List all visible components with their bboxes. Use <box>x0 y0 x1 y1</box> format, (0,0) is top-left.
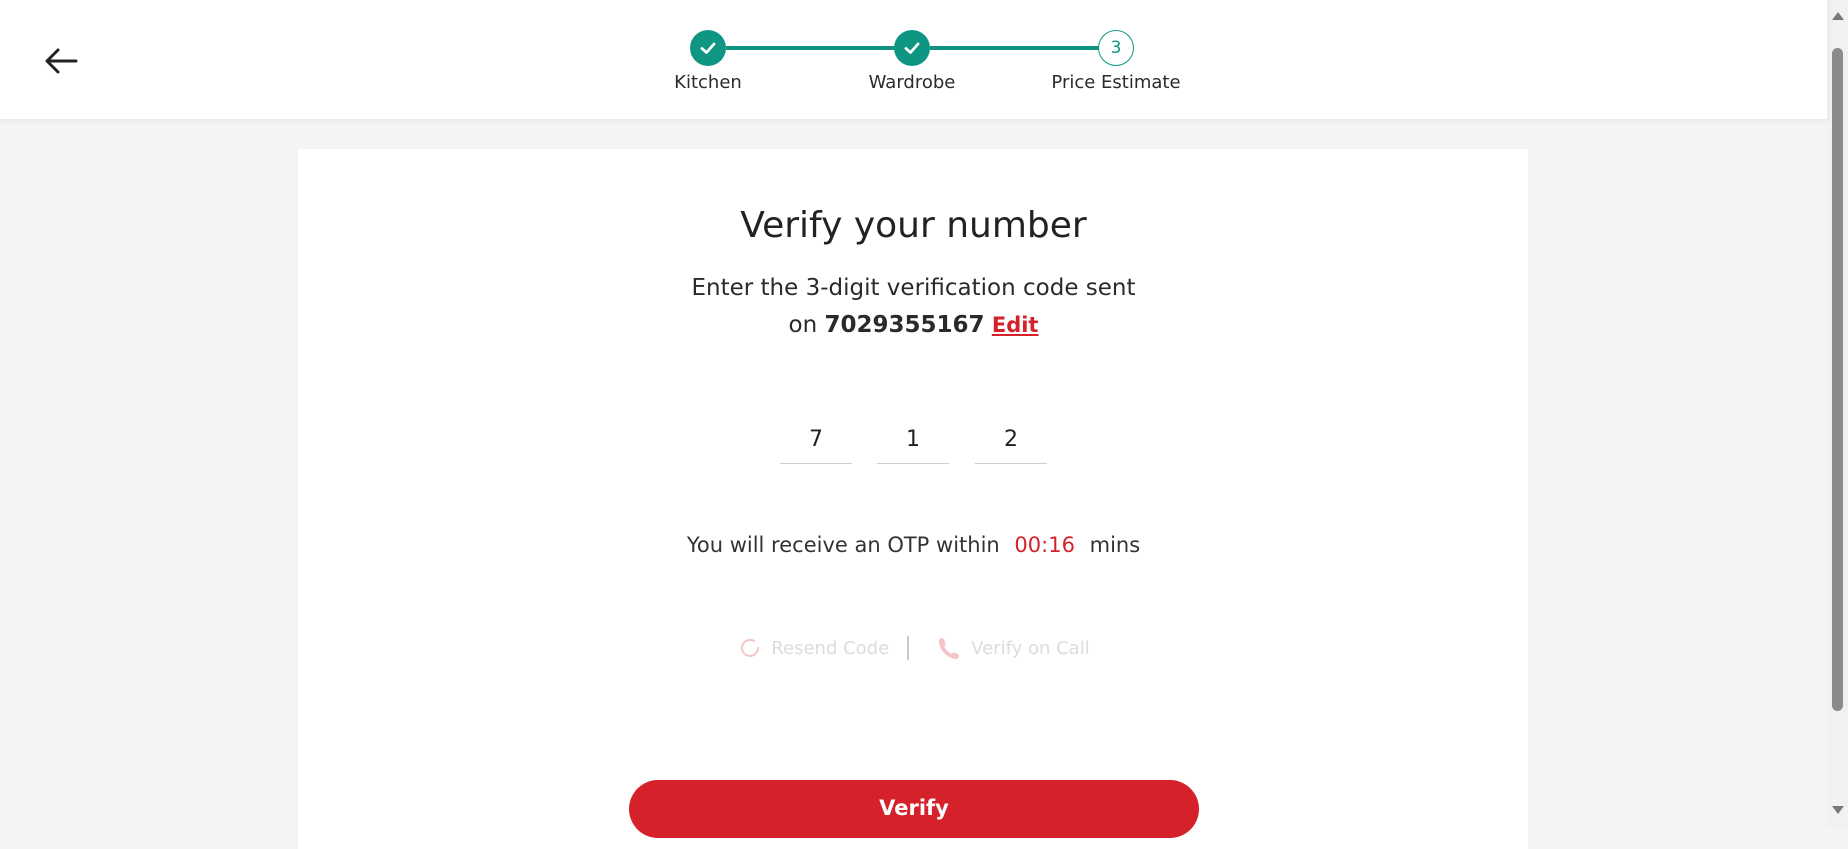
verify-instructions: Enter the 3-digit verification code sent… <box>0 270 1827 344</box>
step-connector <box>930 46 1102 50</box>
page-title: Verify your number <box>740 205 1087 246</box>
step-price-estimate-indicator: 3 <box>1098 30 1134 66</box>
progress-stepper: 3 Kitchen Wardrobe Price Estimate <box>0 0 1827 119</box>
edit-number-link[interactable]: Edit <box>992 313 1039 337</box>
step-number: 3 <box>1110 38 1122 58</box>
actions-divider <box>907 636 910 660</box>
phone-line: on 7029355167 Edit <box>0 307 1827 344</box>
step-label-wardrobe: Wardrobe <box>868 72 956 93</box>
on-label: on <box>788 312 818 338</box>
otp-note-prefix: You will receive an OTP within <box>686 533 1000 557</box>
check-icon <box>700 42 716 54</box>
header: 3 Kitchen Wardrobe Price Estimate <box>0 0 1827 119</box>
scroll-thumb[interactable] <box>1832 48 1843 711</box>
otp-wait-note: You will receive an OTP within 00:16 min… <box>0 533 1827 557</box>
resend-code-button[interactable]: Resend Code <box>737 635 889 661</box>
otp-note-suffix: mins <box>1089 533 1141 557</box>
otp-digit-2[interactable] <box>877 415 949 464</box>
step-connector <box>726 46 902 50</box>
phone-icon <box>939 638 960 659</box>
vertical-scrollbar[interactable] <box>1827 0 1848 827</box>
instructions-line: Enter the 3-digit verification code sent <box>691 275 1136 301</box>
otp-digit-1[interactable] <box>780 415 852 464</box>
otp-digit-3[interactable] <box>975 415 1047 464</box>
step-label-price-estimate: Price Estimate <box>1051 72 1181 93</box>
phone-number: 7029355167 <box>824 312 985 338</box>
refresh-icon <box>741 638 760 657</box>
scroll-down-icon[interactable] <box>1832 806 1844 814</box>
step-label-kitchen: Kitchen <box>674 72 742 93</box>
resend-options: Resend Code Verify on Call <box>0 634 1827 662</box>
check-icon <box>904 42 920 54</box>
verify-card <box>298 149 1528 849</box>
verify-on-call-button[interactable]: Verify on Call <box>935 634 1090 662</box>
scroll-up-icon[interactable] <box>1832 12 1844 20</box>
step-kitchen-indicator <box>690 30 726 66</box>
step-wardrobe-indicator <box>894 30 930 66</box>
resend-code-label: Resend Code <box>771 637 890 659</box>
verify-button[interactable]: Verify <box>629 780 1199 838</box>
verify-on-call-label: Verify on Call <box>971 637 1090 659</box>
otp-timer: 00:16 <box>1014 533 1075 557</box>
